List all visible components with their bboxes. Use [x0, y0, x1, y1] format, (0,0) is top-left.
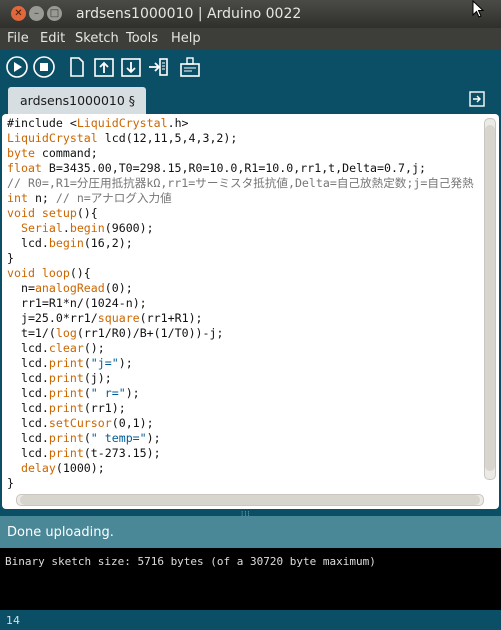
code-text[interactable]: #include <LiquidCrystal.h> LiquidCrystal … [7, 116, 474, 491]
code-line: lcd.print(t-273.15); [20, 446, 161, 460]
code-line: rr1=R1*n/(1024-n); [20, 296, 147, 310]
code-line: LiquidCrystal lcd(12,11,5,4,3,2); [7, 131, 238, 145]
verify-icon [6, 56, 28, 78]
code-line: lcd.print(rr1); [20, 401, 126, 415]
stop-icon [33, 56, 55, 78]
code-line: t=1/(log(rr1/R0)/B+(1/T0))-j; [20, 326, 224, 340]
console[interactable]: Binary sketch size: 5716 bytes (of a 307… [0, 548, 501, 610]
line-number: 14 [6, 614, 20, 627]
tab-sketch[interactable]: ardsens1000010 § [8, 87, 146, 114]
open-button[interactable] [93, 56, 115, 78]
close-window-button[interactable]: ✕ [11, 6, 26, 21]
minimize-window-button[interactable]: – [29, 6, 44, 21]
upload-icon [149, 58, 168, 76]
maximize-window-button[interactable]: □ [47, 6, 62, 21]
code-line: } [7, 476, 14, 490]
mouse-pointer-icon [472, 0, 485, 18]
code-line: float B=3435.00,T0=298.15,R0=10.0,R1=10.… [7, 161, 426, 175]
upload-button[interactable] [147, 56, 169, 78]
status-text: Done uploading. [7, 525, 114, 540]
code-line: void setup(){ [7, 206, 98, 220]
menu-file[interactable]: File [7, 31, 29, 46]
status-bar: Done uploading. [0, 516, 501, 548]
tab-bar: ardsens1000010 § [0, 84, 501, 114]
code-line: delay(1000); [20, 461, 105, 475]
console-text: Binary sketch size: 5716 bytes (of a 307… [5, 555, 376, 568]
code-line: lcd.print(" r="); [20, 386, 140, 400]
line-number-bar: 14 [0, 610, 501, 630]
new-button[interactable] [66, 56, 88, 78]
serial-monitor-icon [180, 57, 200, 77]
menu-sketch[interactable]: Sketch [75, 31, 119, 46]
stop-button[interactable] [33, 56, 55, 78]
code-line: lcd.begin(16,2); [20, 236, 133, 250]
vertical-scrollbar[interactable] [484, 118, 496, 480]
horizontal-scrollbar[interactable] [16, 494, 484, 506]
vertical-scroll-thumb[interactable] [485, 125, 495, 471]
menu-tools[interactable]: Tools [126, 31, 158, 46]
menu-edit[interactable]: Edit [40, 31, 65, 46]
code-line: lcd.setCursor(0,1); [20, 416, 154, 430]
code-line: byte command; [7, 146, 98, 160]
menu-bar: File Edit Sketch Tools Help [0, 28, 501, 50]
horizontal-scroll-thumb[interactable] [20, 495, 480, 505]
code-line: Serial.begin(9600); [20, 221, 154, 235]
code-line: lcd.print("j="); [20, 356, 133, 370]
save-icon [121, 58, 141, 77]
serial-monitor-button[interactable] [179, 56, 201, 78]
code-line: j=25.0*rr1/square(rr1+R1); [20, 311, 203, 325]
window-title: ardsens1000010 | Arduino 0022 [76, 6, 302, 22]
code-line: } [7, 251, 14, 265]
menu-help[interactable]: Help [171, 31, 201, 46]
code-line: int n; // n=アナログ入力値 [7, 191, 172, 205]
code-line: lcd.print(" temp="); [20, 431, 161, 445]
code-line: lcd.clear(); [20, 341, 105, 355]
code-line: #include <LiquidCrystal.h> [7, 116, 189, 130]
verify-button[interactable] [6, 56, 28, 78]
code-editor[interactable]: #include <LiquidCrystal.h> LiquidCrystal … [2, 114, 499, 509]
save-button[interactable] [120, 56, 142, 78]
new-icon [70, 57, 84, 77]
toolbar [0, 50, 501, 84]
code-line: // R0=,R1=分圧用抵抗器kΩ,rr1=サーミスタ抵抗値,Delta=自己… [7, 176, 474, 190]
open-icon [94, 58, 114, 77]
tab-menu-icon [469, 91, 485, 107]
tab-menu-button[interactable] [469, 91, 485, 107]
title-bar: ✕ – □ ardsens1000010 | Arduino 0022 [0, 0, 501, 28]
code-line: void loop(){ [7, 266, 91, 280]
code-line: n=analogRead(0); [20, 281, 133, 295]
code-line: lcd.print(j); [20, 371, 112, 385]
